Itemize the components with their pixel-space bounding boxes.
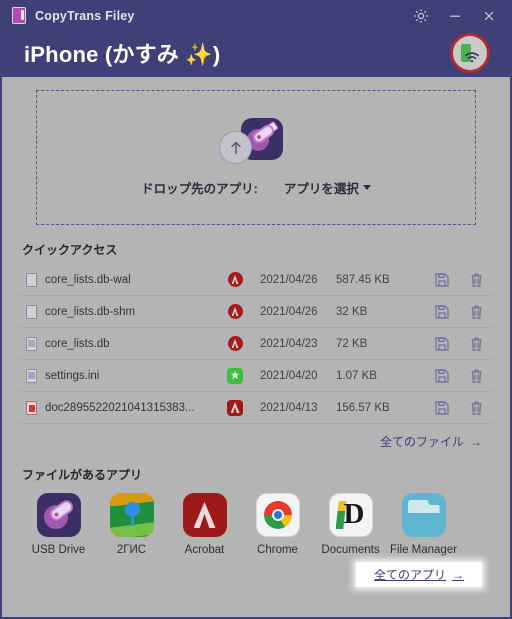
- device-label: (かすみ ✨): [104, 42, 221, 67]
- app-select-value: アプリを選択: [283, 182, 359, 196]
- app-item-documents[interactable]: D Documents: [314, 493, 387, 556]
- main-content: ドロップ先のアプリ: アプリを選択 クイックアクセス core_lists.db…: [4, 79, 508, 615]
- app-item-2gis[interactable]: 2ГИС: [95, 493, 168, 556]
- file-name: doc2895522021041315383...: [45, 401, 195, 414]
- app-item-usb-drive[interactable]: USB Drive: [22, 493, 95, 556]
- table-row[interactable]: core_lists.db 2021/04/23 72 KB: [20, 328, 492, 360]
- drop-zone-icons: [219, 118, 293, 166]
- table-row[interactable]: core_lists.db-shm 2021/04/26 32 KB: [20, 296, 492, 328]
- arrow-right-icon: →: [470, 434, 482, 449]
- trash-icon[interactable]: [460, 304, 492, 320]
- title-bar: CopyTrans Filey: [2, 2, 510, 29]
- save-floppy-icon[interactable]: [424, 336, 460, 352]
- 2gis-app-icon: [109, 493, 154, 537]
- device-title: iPhone (かすみ ✨): [24, 37, 220, 69]
- blank-document-icon: [20, 272, 42, 287]
- file-date: 2021/04/13: [260, 401, 318, 414]
- all-files-link-row: 全てのファイル →: [18, 433, 482, 450]
- app-label: 2ГИС: [116, 544, 147, 556]
- drop-zone[interactable]: ドロップ先のアプリ: アプリを選択: [36, 90, 476, 225]
- minimize-icon: [448, 9, 462, 23]
- save-floppy-icon[interactable]: [424, 400, 460, 416]
- app-label: Chrome: [257, 544, 298, 556]
- file-name: core_lists.db-wal: [45, 273, 131, 286]
- device-header: iPhone (かすみ ✨): [2, 29, 510, 77]
- close-icon: [482, 9, 496, 23]
- app-select-dropdown[interactable]: アプリを選択: [284, 178, 371, 197]
- app-label: Acrobat: [184, 544, 225, 556]
- quick-access-heading: クイックアクセス: [22, 243, 118, 257]
- trash-icon[interactable]: [460, 368, 492, 384]
- acrobat-circle-badge-icon: [210, 272, 260, 287]
- table-row[interactable]: doc2895522021041315383... 2021/04/13 156…: [20, 392, 492, 424]
- chevron-down-icon: [362, 185, 371, 190]
- green-app-badge-icon: [210, 367, 260, 384]
- file-date: 2021/04/26: [260, 305, 318, 318]
- all-files-link-label: 全てのファイル: [379, 435, 464, 449]
- settings-button[interactable]: [404, 2, 438, 29]
- close-button[interactable]: [472, 2, 506, 29]
- blue-document-icon: [20, 368, 42, 383]
- file-size: 32 KB: [336, 305, 368, 318]
- file-name: core_lists.db: [45, 337, 110, 350]
- usb-drive-app-icon: [36, 493, 81, 537]
- table-row[interactable]: settings.ini 2021/04/20 1.07 KB: [20, 360, 492, 392]
- arrow-right-icon: →: [452, 567, 464, 582]
- trash-icon[interactable]: [460, 336, 492, 352]
- file-manager-app-icon: [401, 493, 446, 537]
- app-label: File Manager: [389, 544, 458, 556]
- pdf-document-icon: [20, 400, 42, 415]
- upload-arrow-icon: [219, 131, 252, 164]
- file-size: 1.07 KB: [336, 369, 377, 382]
- wifi-device-connected-icon[interactable]: [450, 33, 490, 73]
- apps-grid: USB Drive 2ГИС Acrobat Chrome D Document…: [22, 493, 494, 556]
- trash-icon[interactable]: [460, 272, 492, 288]
- app-label: USB Drive: [31, 544, 86, 556]
- device-name: iPhone: [24, 42, 99, 67]
- gray-document-icon: [20, 336, 42, 351]
- app-title: CopyTrans Filey: [35, 8, 135, 23]
- blank-document-icon: [20, 304, 42, 319]
- documents-app-icon: D: [328, 493, 373, 537]
- file-size: 156.57 KB: [336, 401, 390, 414]
- all-files-link[interactable]: 全てのファイル →: [380, 433, 482, 450]
- chrome-app-icon: [255, 493, 300, 537]
- acrobat-square-badge-icon: [210, 399, 260, 416]
- file-size: 72 KB: [336, 337, 368, 350]
- all-apps-link[interactable]: 全てのアプリ →: [355, 562, 482, 587]
- table-row[interactable]: core_lists.db-wal 2021/04/26 587.45 KB: [20, 264, 492, 296]
- save-floppy-icon[interactable]: [424, 368, 460, 384]
- app-window: CopyTrans Filey iPhone (かすみ ✨) ドロップ先のアプリ…: [0, 0, 512, 619]
- file-size: 587.45 KB: [336, 273, 390, 286]
- save-floppy-icon[interactable]: [424, 272, 460, 288]
- app-item-acrobat[interactable]: Acrobat: [168, 493, 241, 556]
- file-date: 2021/04/26: [260, 273, 318, 286]
- quick-access-file-list: core_lists.db-wal 2021/04/26 587.45 KB c…: [20, 264, 492, 424]
- all-apps-link-row: 全てのアプリ →: [18, 562, 482, 587]
- trash-icon[interactable]: [460, 400, 492, 416]
- gear-icon: [413, 8, 429, 24]
- app-item-chrome[interactable]: Chrome: [241, 493, 314, 556]
- save-floppy-icon[interactable]: [424, 304, 460, 320]
- file-name: core_lists.db-shm: [45, 305, 136, 318]
- apps-section-heading: ファイルがあるアプリ: [22, 468, 143, 482]
- acrobat-circle-badge-icon: [210, 304, 260, 319]
- app-item-file-manager[interactable]: File Manager: [387, 493, 460, 556]
- file-name: settings.ini: [45, 369, 100, 382]
- drop-zone-text: ドロップ先のアプリ: アプリを選択: [141, 178, 371, 197]
- acrobat-app-icon: [182, 493, 227, 537]
- drop-zone-label: ドロップ先のアプリ:: [141, 182, 258, 196]
- file-date: 2021/04/23: [260, 337, 318, 350]
- file-date: 2021/04/20: [260, 369, 318, 382]
- acrobat-circle-badge-icon: [210, 336, 260, 351]
- app-label: Documents: [321, 544, 380, 556]
- all-apps-link-label: 全てのアプリ: [373, 568, 446, 582]
- app-logo-icon: [12, 7, 26, 24]
- minimize-button[interactable]: [438, 2, 472, 29]
